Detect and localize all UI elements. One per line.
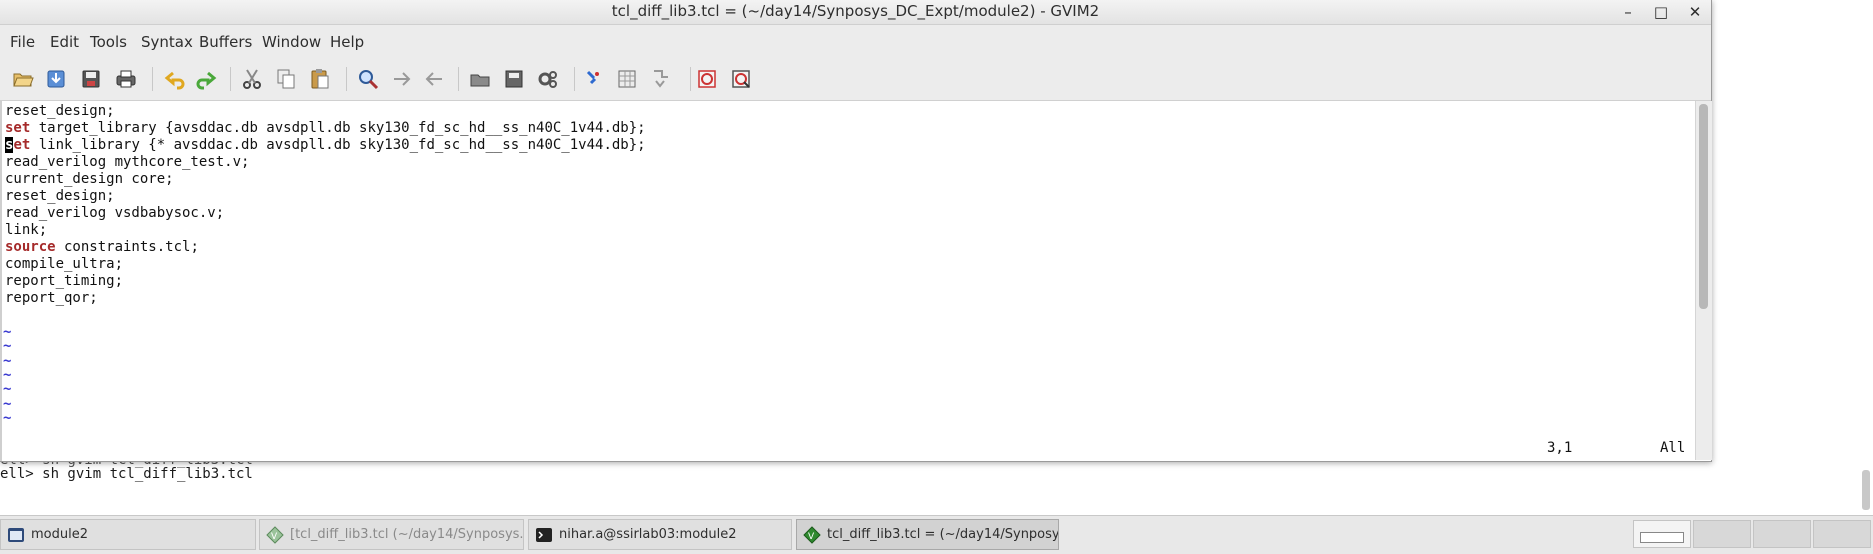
maximize-button[interactable]: □ (1645, 0, 1677, 24)
terminal-icon (8, 527, 24, 542)
run-script-icon[interactable] (534, 65, 562, 93)
task-gvim-inactive[interactable]: V [tcl_diff_lib3.tcl (~/day14/Synposys..… (259, 519, 524, 550)
svg-text:V: V (808, 532, 815, 542)
toolbar (0, 59, 1711, 101)
ruler: 3,1 All (0, 438, 1695, 458)
minimize-button[interactable]: – (1612, 0, 1644, 24)
find-replace-icon[interactable] (354, 65, 382, 93)
code-line[interactable]: report_qor; (5, 290, 98, 307)
paste-icon[interactable] (306, 65, 334, 93)
svg-text:V: V (271, 532, 278, 542)
terminal-icon (536, 527, 552, 542)
code-text: reset_design; (5, 103, 115, 119)
gvim-window[interactable]: tcl_diff_lib3.tcl = (~/day14/Synposys_DC… (0, 0, 1712, 462)
make-icon[interactable] (580, 65, 608, 93)
print-icon[interactable] (112, 65, 140, 93)
code-line[interactable]: link; (5, 222, 47, 239)
keyword-token: source (5, 239, 56, 255)
code-line[interactable]: source constraints.tcl; (5, 239, 199, 256)
vertical-scrollbar[interactable] (1695, 101, 1712, 460)
code-text: target_library {avsddac.db avsdpll.db sk… (30, 120, 646, 136)
save-icon[interactable] (42, 65, 70, 93)
code-text: reset_design; (5, 188, 115, 204)
code-text: report_timing; (5, 273, 124, 289)
keyword-rest: et (13, 137, 31, 153)
menu-window[interactable]: Window (262, 33, 321, 51)
keyword-token: set (5, 137, 30, 153)
code-line[interactable]: compile_ultra; (5, 256, 123, 273)
code-line[interactable]: reset_design; (5, 103, 115, 120)
code-text: compile_ultra; (5, 256, 124, 272)
task-gvim-active[interactable]: V tcl_diff_lib3.tcl = (~/day14/Synposy..… (796, 519, 1059, 550)
copy-icon[interactable] (272, 65, 300, 93)
task-terminal[interactable]: nihar.a@ssirlab03:module2 (528, 519, 792, 550)
code-text: constraints.tcl; (55, 239, 199, 255)
menu-help[interactable]: Help (330, 33, 364, 51)
find-help-icon[interactable] (727, 65, 755, 93)
save-all-icon[interactable] (77, 65, 105, 93)
scrollbar-thumb[interactable] (1699, 104, 1708, 309)
scroll-indicator: All (1660, 440, 1686, 456)
close-button[interactable]: ✕ (1679, 0, 1711, 24)
text-editor[interactable]: reset_design; set target_library {avsddac… (0, 101, 1695, 461)
vim-icon: V (266, 525, 284, 544)
workspace-4[interactable] (1813, 520, 1871, 548)
cut-icon[interactable] (238, 65, 266, 93)
window-title: tcl_diff_lib3.tcl = (~/day14/Synposys_DC… (611, 2, 1100, 20)
vim-icon: V (803, 525, 821, 544)
code-text: report_qor; (5, 290, 98, 306)
task-module2[interactable]: module2 (0, 519, 256, 550)
code-line[interactable]: read_verilog mythcore_test.v; (5, 154, 249, 171)
code-text: link_library {* avsddac.db avsdpll.db sk… (30, 137, 646, 153)
menu-tools[interactable]: Tools (90, 33, 127, 51)
menu-bar: File Edit Tools Syntax Buffers Window He… (0, 25, 1711, 59)
workspace-1[interactable] (1633, 520, 1691, 548)
find-next-icon[interactable] (388, 65, 416, 93)
shell-icon[interactable] (613, 65, 641, 93)
cursor-position: 3,1 (1547, 440, 1573, 456)
code-text: read_verilog vsdbabysoc.v; (5, 205, 225, 221)
workspace-2[interactable] (1693, 520, 1751, 548)
code-text: current_design core; (5, 171, 174, 187)
code-line[interactable]: read_verilog vsdbabysoc.v; (5, 205, 224, 222)
code-text: link; (5, 222, 48, 238)
title-bar[interactable]: tcl_diff_lib3.tcl = (~/day14/Synposys_DC… (0, 0, 1711, 25)
left-border (0, 101, 2, 461)
taskbar: module2 V [tcl_diff_lib3.tcl (~/day14/Sy… (0, 515, 1873, 554)
terminal-command-line: ell> sh gvim tcl_diff_lib3.tcl (0, 466, 253, 482)
menu-file[interactable]: File (10, 33, 35, 51)
menu-buffers[interactable]: Buffers (199, 33, 252, 51)
code-line[interactable]: reset_design; (5, 188, 115, 205)
redo-icon[interactable] (191, 65, 219, 93)
task-label: module2 (31, 527, 88, 542)
empty-line-tilde: ~ (3, 409, 12, 426)
code-line[interactable]: set link_library {* avsddac.db avsdpll.d… (5, 137, 646, 154)
load-session-icon[interactable] (466, 65, 494, 93)
ctags-icon[interactable] (646, 65, 674, 93)
task-label: nihar.a@ssirlab03:module2 (559, 527, 737, 542)
keyword-token: set (5, 120, 31, 136)
undo-icon[interactable] (162, 65, 190, 93)
save-session-icon[interactable] (500, 65, 528, 93)
terminal-scrollbar[interactable] (1862, 470, 1870, 510)
help-icon[interactable] (693, 65, 721, 93)
menu-edit[interactable]: Edit (50, 33, 79, 51)
code-text: read_verilog mythcore_test.v; (5, 154, 250, 170)
code-line[interactable]: report_timing; (5, 273, 123, 290)
code-line[interactable]: set target_library {avsddac.db avsdpll.d… (5, 120, 646, 137)
menu-syntax[interactable]: Syntax (141, 33, 193, 51)
code-line[interactable]: current_design core; (5, 171, 174, 188)
task-label: tcl_diff_lib3.tcl = (~/day14/Synposy... (827, 527, 1059, 542)
find-prev-icon[interactable] (420, 65, 448, 93)
workspace-3[interactable] (1753, 520, 1811, 548)
open-icon[interactable] (9, 65, 37, 93)
task-label: [tcl_diff_lib3.tcl (~/day14/Synposys... (290, 527, 524, 542)
